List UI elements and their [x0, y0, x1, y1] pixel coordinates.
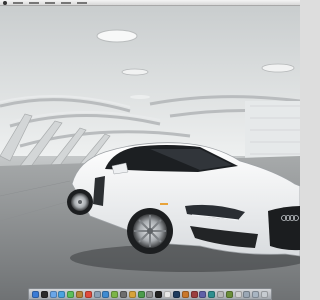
app-icon[interactable]	[190, 290, 198, 298]
downloads-stack-icon[interactable]	[243, 290, 251, 298]
app-icon[interactable]	[216, 290, 224, 298]
menu-item[interactable]	[61, 1, 71, 4]
address-book-icon[interactable]	[75, 290, 83, 298]
dock	[28, 288, 272, 300]
menu-item[interactable]	[45, 1, 55, 4]
mail-icon[interactable]	[49, 290, 57, 298]
preview-icon[interactable]	[93, 290, 101, 298]
time-machine-icon[interactable]	[137, 290, 145, 298]
app-icon[interactable]	[225, 290, 233, 298]
garageband-icon[interactable]	[128, 290, 136, 298]
menu-item[interactable]	[13, 1, 23, 4]
app-icon[interactable]	[208, 290, 216, 298]
photoshop-icon[interactable]	[172, 290, 180, 298]
system-preferences-icon[interactable]	[146, 290, 154, 298]
wallpaper-image	[0, 6, 300, 300]
menu-item[interactable]	[77, 1, 87, 4]
ichat-icon[interactable]	[67, 290, 75, 298]
documents-stack-icon[interactable]	[252, 290, 260, 298]
textedit-icon[interactable]	[164, 290, 172, 298]
dashboard-icon[interactable]	[40, 290, 48, 298]
menu-item[interactable]	[29, 1, 39, 4]
app-icon[interactable]	[234, 290, 242, 298]
iphoto-icon[interactable]	[111, 290, 119, 298]
app-icon[interactable]	[199, 290, 207, 298]
trash-icon[interactable]	[261, 290, 269, 298]
apple-menu-icon[interactable]	[3, 0, 7, 5]
terminal-icon[interactable]	[155, 290, 163, 298]
ical-icon[interactable]	[84, 290, 92, 298]
front-wheel	[127, 208, 173, 254]
rear-wheel	[67, 189, 93, 215]
itunes-icon[interactable]	[102, 290, 110, 298]
safari-icon[interactable]	[58, 290, 66, 298]
desktop-wallpaper	[0, 6, 300, 300]
imovie-icon[interactable]	[120, 290, 128, 298]
finder-icon[interactable]	[31, 290, 39, 298]
illustrator-icon[interactable]	[181, 290, 189, 298]
